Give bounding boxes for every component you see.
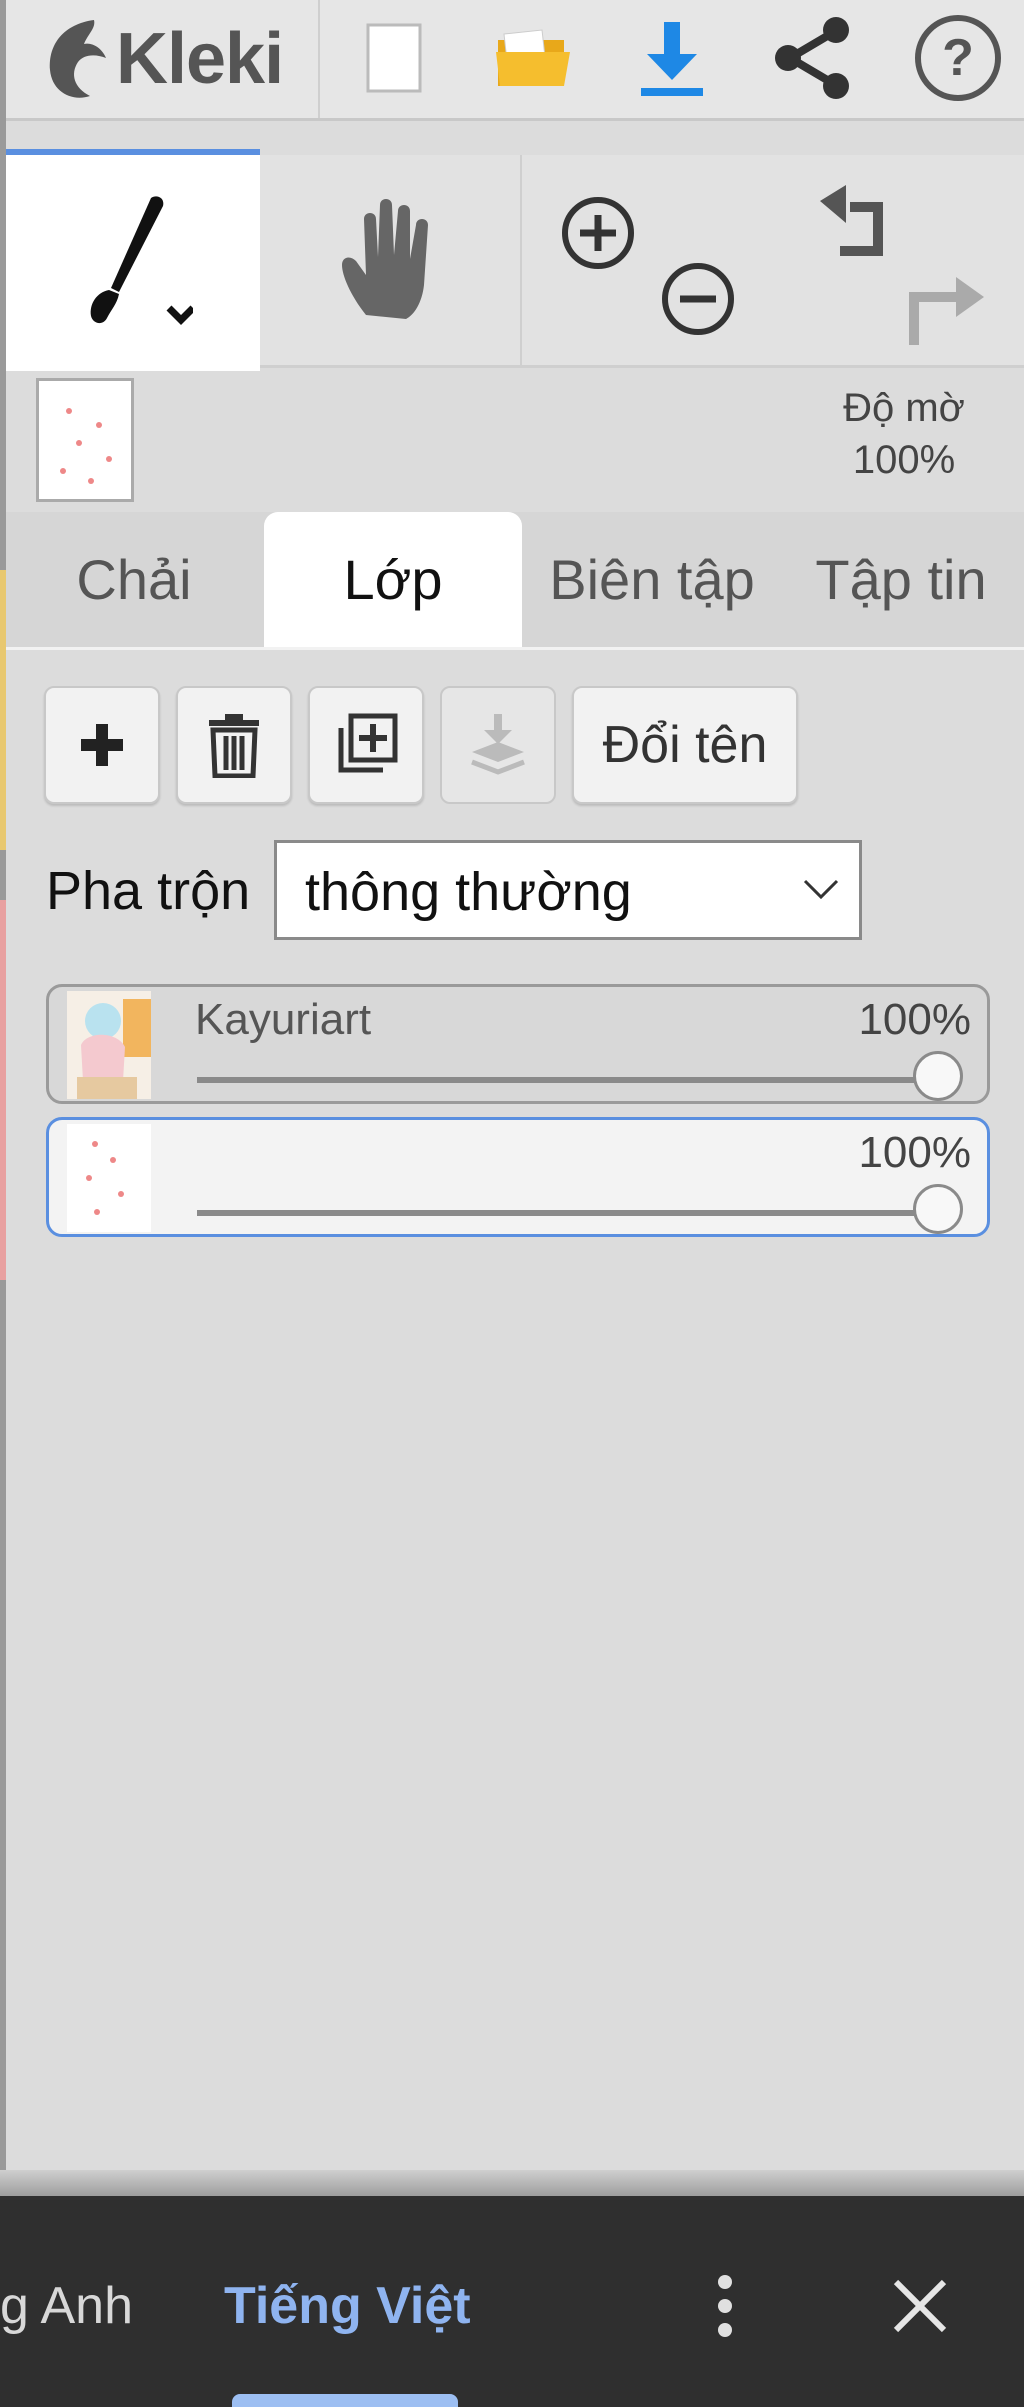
rename-layer-button[interactable]: Đổi tên (572, 686, 798, 804)
slider-handle[interactable] (913, 1184, 963, 1234)
opacity-value: 100% (852, 438, 956, 482)
layer-opacity-slider[interactable] (197, 1077, 937, 1083)
blend-mode-label: Pha trộn (46, 861, 251, 921)
language-option-english[interactable]: g Anh (0, 2276, 133, 2336)
layer-preview-thumbnail[interactable] (36, 378, 134, 502)
opacity-readout: Độ mờ 100% (804, 382, 1004, 486)
merge-down-icon (471, 714, 525, 775)
layer-thumbnail (67, 991, 151, 1099)
tab-layers[interactable]: Lớp (264, 512, 522, 647)
slider-handle[interactable] (913, 1051, 963, 1101)
share-button[interactable] (762, 8, 862, 108)
app-name: Kleki (116, 19, 284, 99)
layer-item[interactable]: 100% (46, 1117, 990, 1237)
help-button[interactable]: ? (908, 8, 1008, 108)
translate-bar: g Anh Tiếng Việt (0, 2196, 1024, 2407)
tool-row (6, 149, 1024, 371)
panel-tabs: Chải Lớp Biên tập Tập tin (6, 512, 1024, 650)
share-icon (775, 17, 849, 99)
layer-opacity: 100% (858, 995, 971, 1044)
chevron-down-icon (803, 879, 839, 900)
svg-text:?: ? (942, 29, 974, 87)
history-controls (776, 155, 1024, 365)
zoom-controls (522, 155, 774, 365)
new-button[interactable] (344, 8, 444, 108)
layer-opacity: 100% (858, 1128, 971, 1177)
language-option-vietnamese[interactable]: Tiếng Việt (224, 2276, 471, 2336)
more-options-button[interactable] (700, 2266, 750, 2346)
tab-file[interactable]: Tập tin (778, 512, 1024, 647)
delete-layer-button[interactable] (176, 686, 292, 804)
opacity-label: Độ mờ (843, 386, 965, 430)
zoom-out-icon[interactable] (662, 263, 734, 335)
selected-language-indicator (232, 2394, 458, 2407)
rename-label: Đổi tên (602, 716, 768, 774)
add-layer-button[interactable] (44, 686, 160, 804)
download-icon (641, 22, 703, 96)
close-button[interactable] (880, 2266, 960, 2346)
folder-icon (496, 29, 570, 86)
kleki-logo-icon (49, 20, 106, 98)
merge-down-button[interactable] (440, 686, 556, 804)
tab-brush[interactable]: Chải (6, 512, 262, 647)
layer-opacity-slider[interactable] (197, 1210, 937, 1216)
help-icon: ? (915, 15, 1001, 101)
duplicate-layer-button[interactable] (308, 686, 424, 804)
layer-item[interactable]: Kayuriart 100% (46, 984, 990, 1104)
new-file-icon (366, 23, 422, 93)
layer-name: Kayuriart (195, 995, 372, 1044)
brush-icon (90, 196, 193, 325)
blend-mode-select[interactable]: thông thường (274, 840, 862, 940)
blend-mode-value: thông thường (305, 862, 632, 922)
more-vert-icon (718, 2275, 732, 2337)
divider (0, 2170, 1024, 2198)
tab-edit[interactable]: Biên tập (526, 512, 778, 647)
zoom-in-icon[interactable] (562, 197, 634, 269)
hand-icon (342, 199, 428, 319)
open-button[interactable] (484, 8, 584, 108)
plus-icon (81, 724, 123, 766)
hand-tool-button[interactable] (262, 155, 522, 365)
download-button[interactable] (622, 8, 722, 108)
redo-icon[interactable] (909, 277, 984, 345)
app-logo: Kleki (6, 0, 320, 118)
top-toolbar: Kleki ? (6, 0, 1024, 121)
layer-thumbnail (67, 1124, 151, 1232)
undo-icon[interactable] (820, 185, 883, 256)
brush-tool-button[interactable] (6, 149, 260, 371)
duplicate-icon (338, 713, 398, 773)
trash-icon (209, 714, 259, 778)
close-icon (893, 2279, 947, 2333)
